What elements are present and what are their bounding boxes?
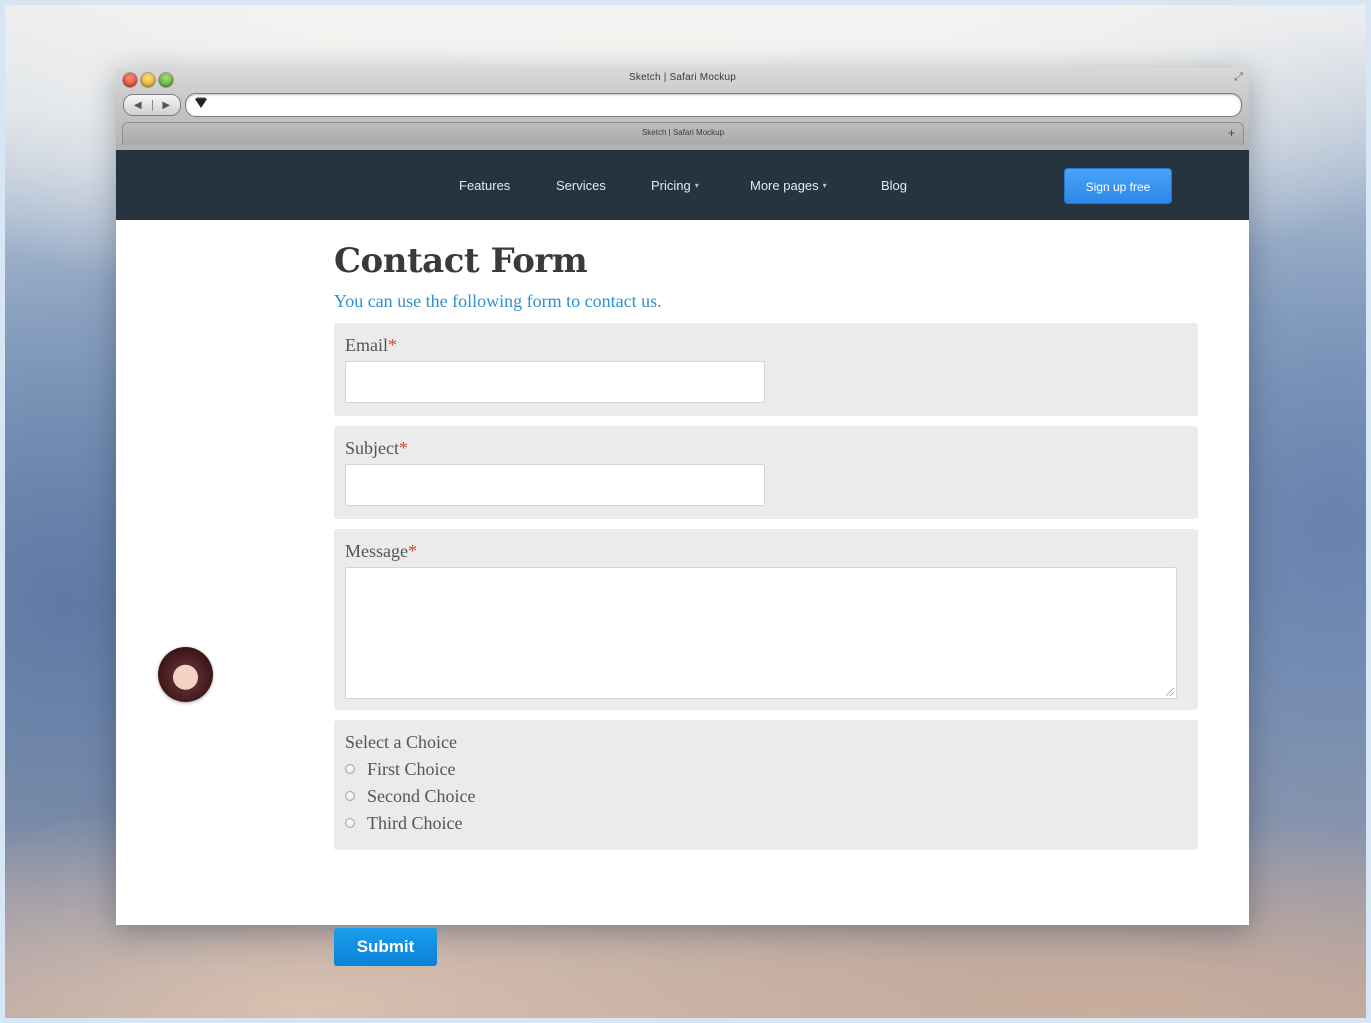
nav-features-label: Features (459, 178, 511, 193)
tab-active[interactable]: Sketch | Safari Mockup (123, 128, 1243, 137)
page-title: Contact Form (334, 241, 588, 281)
site-navbar: Features Services Pricing ▾ More pages ▾ B… (116, 150, 1249, 220)
message-label: Message* (345, 541, 417, 561)
nav-services[interactable]: Services (556, 179, 606, 193)
nav-pricing-label: Pricing (651, 178, 691, 193)
email-field-group: Email* (334, 323, 1198, 416)
page-subtitle: You can use the following form to contac… (334, 291, 662, 311)
nav-features[interactable]: Features (459, 179, 510, 193)
chevron-down-icon: ▾ (822, 181, 827, 190)
fullscreen-icon[interactable]: ⤢ (1234, 71, 1243, 84)
avatar[interactable] (158, 647, 213, 702)
signup-button[interactable]: Sign up free (1064, 168, 1172, 204)
required-mark: * (407, 541, 417, 561)
required-mark: * (399, 438, 408, 458)
submit-button[interactable]: Submit (334, 928, 437, 966)
choice-label: Select a Choice (345, 732, 457, 752)
nav-pricing-dropdown[interactable]: Pricing ▾ (651, 179, 699, 193)
radio-first-choice[interactable]: First Choice (345, 758, 456, 780)
nav-more-pages-label: More pages (750, 178, 819, 193)
contact-form-section: Contact Form You can use the following f… (334, 238, 1198, 966)
subject-label: Subject* (345, 438, 408, 458)
address-bar[interactable] (185, 93, 1242, 117)
choice-label-text: Second Choice (367, 785, 476, 806)
message-field-group: Message* (334, 529, 1198, 710)
nav-blog-label: Blog (881, 178, 908, 193)
browser-chrome: Sketch | Safari Mockup ⤢ ◀ ▶ Sketch | Sa… (116, 68, 1249, 151)
radio-second-choice[interactable]: Second Choice (345, 785, 475, 807)
nav-more-pages-dropdown[interactable]: More pages ▾ (750, 179, 827, 193)
back-icon[interactable]: ◀ (124, 99, 153, 111)
browser-window: Sketch | Safari Mockup ⤢ ◀ ▶ Sketch | Sa… (116, 68, 1249, 966)
add-tab-icon[interactable]: + (1228, 126, 1235, 140)
history-buttons: ◀ ▶ (123, 94, 181, 116)
choice-field-group: Select a Choice First Choice Second Choi… (334, 720, 1198, 850)
radio-icon[interactable] (345, 791, 355, 801)
radio-third-choice[interactable]: Third Choice (345, 812, 462, 834)
radio-icon[interactable] (345, 818, 355, 828)
email-label: Email* (345, 335, 397, 355)
radio-icon[interactable] (345, 764, 355, 774)
nav-blog[interactable]: Blog (881, 179, 907, 193)
window-title: Sketch | Safari Mockup (628, 72, 737, 83)
chevron-down-icon: ▾ (694, 181, 699, 190)
required-mark: * (388, 335, 397, 355)
choice-label-text: First Choice (367, 758, 456, 779)
message-textarea[interactable] (345, 567, 1177, 699)
site-favicon-icon (194, 97, 208, 113)
tab-bar: Sketch | Safari Mockup + (122, 122, 1244, 145)
nav-services-label: Services (556, 178, 606, 193)
resize-grip-icon[interactable] (1166, 688, 1174, 696)
choice-label-text: Third Choice (367, 812, 463, 833)
forward-icon[interactable]: ▶ (153, 100, 181, 111)
subject-input[interactable] (345, 464, 765, 506)
subject-field-group: Subject* (334, 426, 1198, 519)
email-input[interactable] (345, 361, 765, 403)
